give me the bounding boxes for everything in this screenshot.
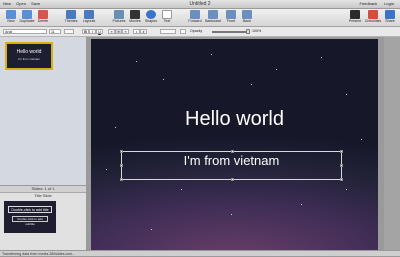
resize-handle-bottom-left[interactable] <box>120 178 123 181</box>
star-dot <box>361 139 363 141</box>
star-dot <box>231 214 233 216</box>
themes-icon <box>66 10 76 19</box>
front-icon <box>226 10 236 19</box>
checklists-button[interactable]: Checklists <box>364 10 382 24</box>
star-dot <box>251 84 253 86</box>
feedback-link[interactable]: Feedback <box>360 1 378 6</box>
backward-icon <box>208 10 218 19</box>
star-dot <box>211 54 213 56</box>
slide-title-text[interactable]: Hello world <box>91 107 378 131</box>
title-bar: New Open Save Untitled 2 Feedback Login <box>0 0 400 9</box>
align-right-button[interactable]: ≡ <box>122 28 129 34</box>
resize-handle-top-right[interactable] <box>340 150 343 153</box>
star-dot <box>321 57 323 59</box>
tool-label: Layouts <box>82 19 96 23</box>
align-center-button[interactable]: ≡ <box>115 28 122 34</box>
tool-label: Forward <box>188 19 202 23</box>
login-link[interactable]: Login <box>384 1 394 6</box>
slide-count: Slides: 1 of 1 <box>0 186 86 193</box>
align-left-button[interactable]: ≡ <box>108 28 115 34</box>
star-dot <box>276 69 278 71</box>
star-dot <box>151 229 153 231</box>
tool-label: Present <box>348 19 362 23</box>
italic-button[interactable]: I <box>89 28 96 34</box>
slide-thumbnail[interactable]: Hello world I'm from vietnam <box>5 42 53 70</box>
layouts-icon <box>84 10 94 19</box>
slide-canvas[interactable]: Hello world I'm from vietnam <box>91 39 378 250</box>
list-bullets-button[interactable]: • <box>133 28 140 34</box>
opacity-slider[interactable] <box>212 31 248 33</box>
bring-forward-button[interactable]: Forward <box>186 10 204 24</box>
tool-label: Back <box>243 19 251 23</box>
resize-handle-bottom-right[interactable] <box>340 178 343 181</box>
star-dot <box>106 169 108 171</box>
thumbnail-subtitle: I'm from vietnam <box>17 57 41 61</box>
tool-label: Text <box>163 19 171 23</box>
font-size-select[interactable]: 11 <box>49 28 61 34</box>
font-family-select[interactable]: Arial <box>3 28 47 34</box>
opacity-value: 100% <box>252 29 262 33</box>
layout-title-placeholder: Double-click to add title <box>8 206 52 213</box>
checklists-icon <box>368 10 378 19</box>
movies-icon <box>130 10 140 19</box>
star-dot <box>346 189 348 191</box>
tool-label: Delete <box>37 19 49 23</box>
forward-icon <box>190 10 200 19</box>
star-dot <box>346 94 348 96</box>
present-button[interactable]: Present <box>346 10 364 24</box>
shapes-icon <box>146 10 156 19</box>
pictures-icon <box>114 10 124 19</box>
star-dot <box>136 61 138 63</box>
resize-handle-top[interactable] <box>231 150 234 153</box>
layout-panel: Slides: 1 of 1 Title Slide Double-click … <box>0 185 86 251</box>
text-icon <box>162 10 172 19</box>
resize-handle-top-left[interactable] <box>120 150 123 153</box>
text-button[interactable]: Text <box>158 10 176 24</box>
share-button[interactable]: Share <box>381 10 399 24</box>
present-icon <box>350 10 360 19</box>
slide-subtitle-text: I'm from vietnam <box>183 153 280 168</box>
format-bar: Arial 11 B I U ≡ ≡ ≡ • # Opacity 100% <box>0 27 400 37</box>
send-to-back-button[interactable]: Back <box>238 10 256 24</box>
opacity-label: Opacity <box>190 29 203 33</box>
account-links: Feedback Login <box>354 0 395 8</box>
layout-name: Title Slide <box>34 193 52 198</box>
layouts-button[interactable]: Layouts <box>80 10 98 24</box>
tool-label: Backward <box>205 19 221 23</box>
tool-label: Share <box>385 19 395 23</box>
list-numbers-button[interactable]: # <box>140 28 147 34</box>
resize-handle-bottom[interactable] <box>231 178 234 181</box>
tool-label: Checklists <box>364 19 382 23</box>
opacity-slider-handle[interactable] <box>246 29 250 34</box>
canvas-gutter <box>384 37 400 250</box>
text-color-button[interactable] <box>64 28 74 34</box>
thumbnail-title: Hello world <box>16 49 42 55</box>
themes-button[interactable]: Themes <box>62 10 80 24</box>
resize-handle-left[interactable] <box>120 164 123 167</box>
star-dot <box>181 189 183 191</box>
window-title: Untitled 2 <box>189 1 211 7</box>
layout-preview[interactable]: Double-click to add title Double-click t… <box>4 201 56 233</box>
underline-button[interactable]: U <box>96 28 103 34</box>
bold-button[interactable]: B <box>82 28 89 34</box>
layout-subtitle-placeholder: Double-click to add subtitle <box>12 216 48 226</box>
tool-label: Themes <box>64 19 78 23</box>
send-backward-button[interactable]: Backward <box>204 10 222 24</box>
star-dot <box>163 79 165 81</box>
delete-slide-button[interactable]: Delete <box>34 10 52 24</box>
shadow-toggle[interactable] <box>180 28 186 34</box>
main-toolbar: New Duplicate Delete Themes Layouts Pict… <box>0 9 400 27</box>
subtitle-textbox[interactable]: I'm from vietnam <box>120 150 343 181</box>
slide-navigator: Hello world I'm from vietnam Slides: 1 o… <box>0 37 86 251</box>
back-icon <box>242 10 252 19</box>
fill-color-button[interactable] <box>160 28 176 34</box>
duplicate-icon <box>22 10 32 19</box>
resize-handle-right[interactable] <box>340 164 343 167</box>
status-bar: Transferring data from media.280slides.c… <box>0 250 400 256</box>
star-dot <box>301 204 303 206</box>
delete-icon <box>38 10 48 19</box>
new-slide-icon <box>6 10 16 19</box>
share-icon <box>385 10 395 19</box>
